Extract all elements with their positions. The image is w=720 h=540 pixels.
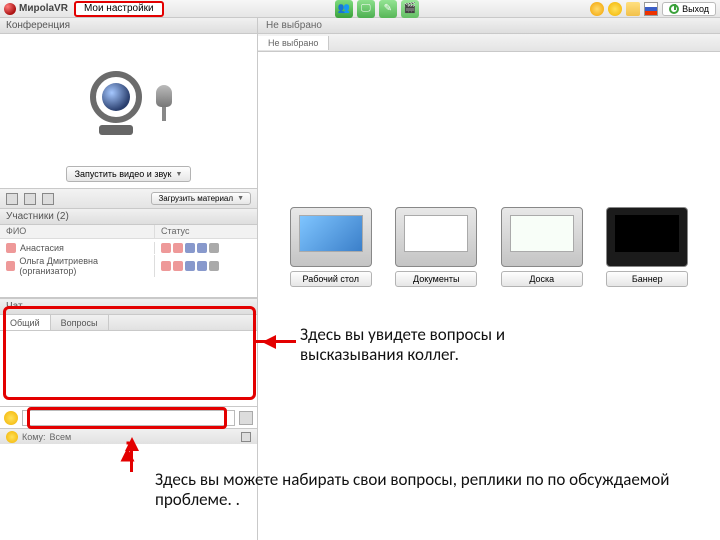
- upload-material-label: Загрузить материал: [158, 194, 233, 203]
- content-tile-row: Рабочий стол Документы Доска Баннер: [258, 207, 720, 287]
- conference-title: Конференция: [6, 20, 70, 31]
- start-av-label: Запустить видео и звук: [75, 169, 172, 179]
- media-icon[interactable]: 🎬: [401, 0, 419, 18]
- status-dot-icon: [6, 431, 18, 443]
- exit-button[interactable]: Выход: [662, 2, 716, 16]
- content-header-label: Не выбрано: [266, 20, 322, 31]
- tile-documents: Документы: [395, 207, 477, 287]
- tab-my-settings-label: Мои настройки: [84, 3, 154, 14]
- webcam-icon: [84, 71, 148, 135]
- chevron-down-icon: ▼: [237, 195, 244, 202]
- participants-table-header: ФИО Статус: [0, 225, 257, 239]
- app-window: MирolaVR Мои настройки 👥 🖵 ✎ 🎬 Выход Кон…: [0, 0, 720, 540]
- status-icons: [161, 261, 251, 271]
- tool-icon-1[interactable]: [6, 193, 18, 205]
- brand-icon: [4, 3, 16, 15]
- content-header: Не выбрано: [258, 18, 720, 34]
- annotation-arrow-chat: [256, 340, 296, 343]
- annotation-text-chat-view: Здесь вы увидете вопросы и высказывания …: [300, 325, 560, 366]
- content-tab-notselected[interactable]: Не выбрано: [258, 36, 329, 50]
- chat-messages: [0, 331, 257, 406]
- chat-title: Чат: [6, 301, 23, 312]
- arrow-stem: [130, 444, 133, 472]
- emoji-smile-icon[interactable]: [4, 411, 18, 425]
- emoji-icon[interactable]: [608, 2, 622, 16]
- upload-material-button[interactable]: Загрузить материал ▼: [151, 192, 251, 205]
- tile-board-image: [501, 207, 583, 267]
- tile-banner-label: Баннер: [632, 274, 663, 284]
- annotation-text-chat-input: Здесь вы можете набирать свои вопросы, р…: [155, 470, 685, 511]
- left-panel: Конференция Запустить видео и звук ▼: [0, 18, 258, 540]
- raise-hand-icon[interactable]: [590, 2, 604, 16]
- chat-header: Чат: [0, 299, 257, 315]
- right-panel: Не выбрано Не выбрано Рабочий стол Докум…: [258, 18, 720, 540]
- camera-preview: [84, 40, 174, 166]
- tab-my-settings[interactable]: Мои настройки: [74, 1, 164, 17]
- send-icon[interactable]: [239, 411, 253, 425]
- brand-text: MирolaVR: [19, 3, 68, 14]
- tile-banner-image: [606, 207, 688, 267]
- tile-desktop-button[interactable]: Рабочий стол: [290, 271, 372, 287]
- header-action-icons: 👥 🖵 ✎ 🎬: [335, 0, 419, 18]
- tool-icon-2[interactable]: [24, 193, 36, 205]
- chat-tab-common-label: Общий: [10, 318, 40, 328]
- tile-banner-button[interactable]: Баннер: [606, 271, 688, 287]
- chat-input[interactable]: [22, 410, 235, 426]
- user-dot-icon: [6, 243, 16, 253]
- tools-icon[interactable]: ✎: [379, 0, 397, 18]
- col-status-header: Статус: [155, 225, 257, 238]
- chevron-down-icon: ▼: [175, 171, 182, 178]
- header-right-icons: [590, 2, 658, 16]
- tile-documents-button[interactable]: Документы: [395, 271, 477, 287]
- folder-icon[interactable]: [626, 2, 640, 16]
- chat-tab-common[interactable]: Общий: [0, 315, 51, 330]
- users-icon[interactable]: 👥: [335, 0, 353, 18]
- chat-tab-questions-label: Вопросы: [61, 318, 98, 328]
- chat-to-value: Всем: [50, 432, 72, 442]
- participants-panel: ФИО Статус Анастасия Ольга Дмитриевна (о…: [0, 225, 257, 298]
- tile-documents-image: [395, 207, 477, 267]
- tile-desktop: Рабочий стол: [290, 207, 372, 287]
- start-av-button[interactable]: Запустить видео и звук ▼: [66, 166, 192, 182]
- content-tab-label: Не выбрано: [268, 38, 318, 48]
- col-name-header: ФИО: [0, 225, 155, 238]
- participant-name: Анастасия: [20, 243, 64, 253]
- conference-panel: Запустить видео и звук ▼: [0, 34, 257, 189]
- chat-settings-icon[interactable]: [241, 432, 251, 442]
- power-icon: [669, 4, 679, 14]
- brand: MирolaVR: [4, 3, 68, 15]
- tile-desktop-label: Рабочий стол: [303, 274, 360, 284]
- screen-share-icon[interactable]: 🖵: [357, 0, 375, 18]
- tile-board-button[interactable]: Доска: [501, 271, 583, 287]
- chat-tab-questions[interactable]: Вопросы: [51, 315, 109, 330]
- tile-board: Доска: [501, 207, 583, 287]
- participant-name: Ольга Дмитриевна (организатор): [19, 256, 148, 276]
- tile-documents-label: Документы: [413, 274, 459, 284]
- chat-input-row: [0, 406, 257, 428]
- content-area: Рабочий стол Документы Доска Баннер: [258, 52, 720, 540]
- chat-to-label: Кому:: [22, 432, 46, 442]
- participants-title: Участники (2): [6, 211, 69, 222]
- participant-row[interactable]: Ольга Дмитриевна (организатор): [0, 257, 257, 275]
- content-tabs: Не выбрано: [258, 34, 720, 52]
- exit-button-label: Выход: [682, 4, 709, 14]
- chat-tabs: Общий Вопросы: [0, 315, 257, 331]
- status-icons: [161, 243, 251, 253]
- language-flag-icon[interactable]: [644, 2, 658, 16]
- tile-board-label: Доска: [529, 274, 554, 284]
- left-toolbar: Загрузить материал ▼: [0, 189, 257, 209]
- microphone-icon: [154, 85, 174, 121]
- user-dot-icon: [6, 261, 15, 271]
- tile-banner: Баннер: [606, 207, 688, 287]
- tool-icon-3[interactable]: [42, 193, 54, 205]
- chat-section: Чат Общий Вопросы Кому: Всем: [0, 298, 257, 444]
- tile-desktop-image: [290, 207, 372, 267]
- participants-header: Участники (2): [0, 209, 257, 225]
- title-bar: MирolaVR Мои настройки 👥 🖵 ✎ 🎬 Выход: [0, 0, 720, 18]
- conference-header: Конференция: [0, 18, 257, 34]
